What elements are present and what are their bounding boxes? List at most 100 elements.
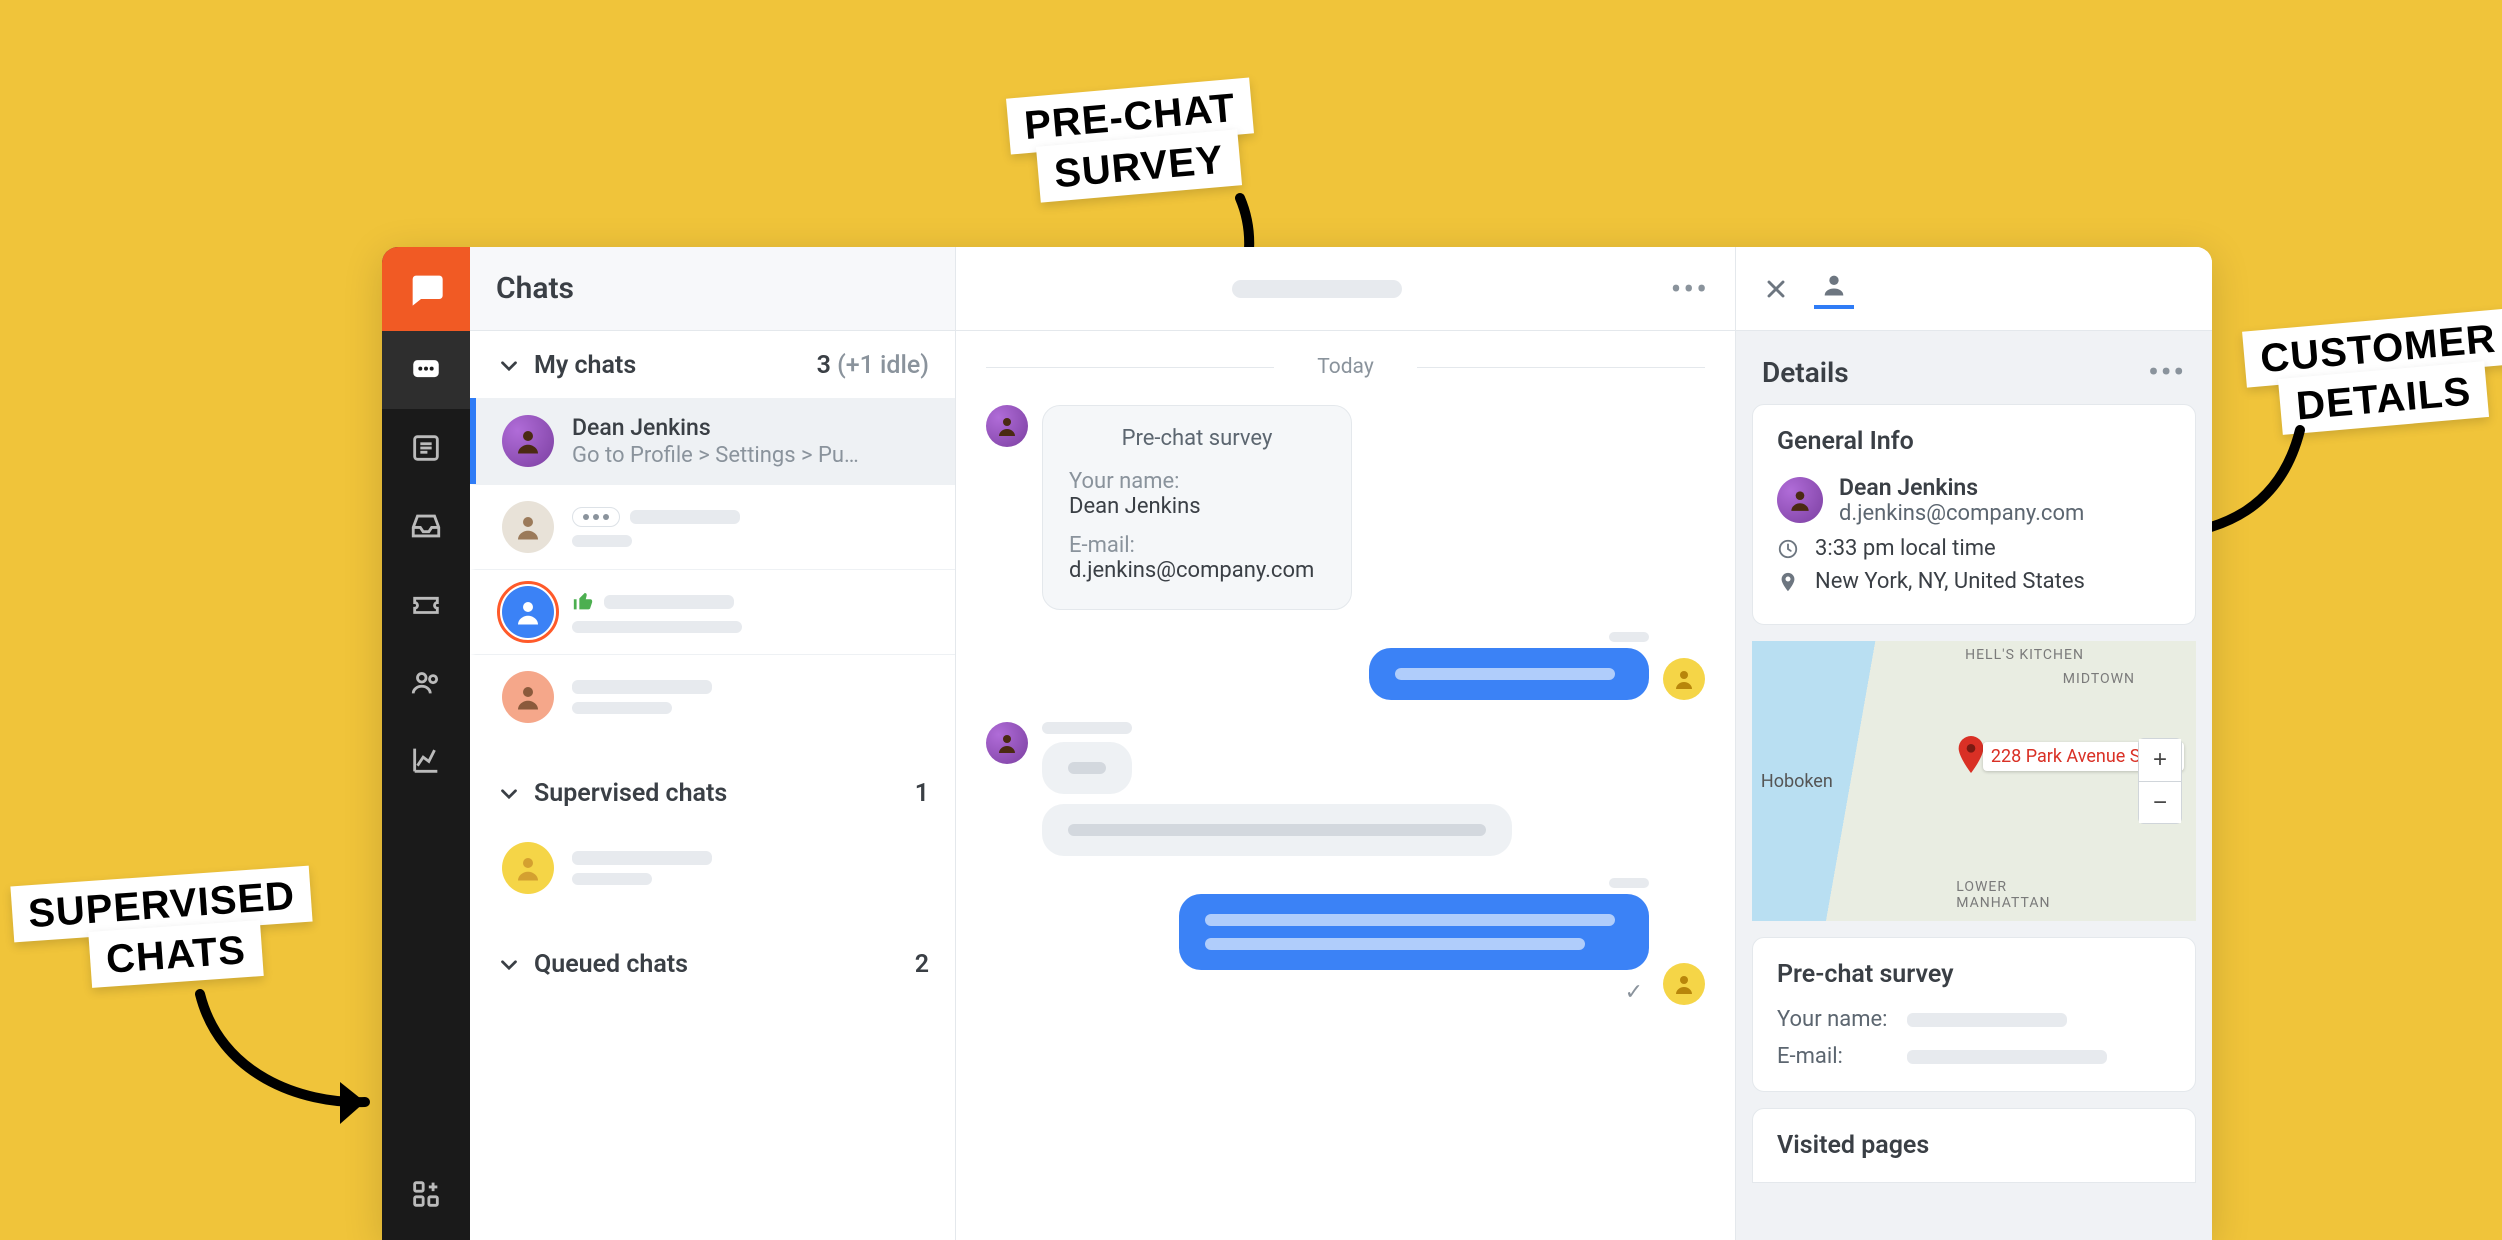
zoom-out-button[interactable]: −: [2139, 781, 2181, 823]
chat-name: Dean Jenkins: [572, 414, 935, 441]
person-icon: [1820, 271, 1848, 299]
avatar: [1777, 477, 1823, 523]
field-label-name: Your name:: [1069, 469, 1325, 494]
customer-message: [1042, 742, 1132, 794]
details-header: [1736, 247, 2212, 331]
placeholder: [1068, 824, 1486, 836]
field-label-email: E-mail:: [1069, 533, 1325, 558]
nav-chats[interactable]: [382, 331, 470, 409]
delivered-check-icon: ✓: [1625, 980, 1643, 1005]
placeholder: [1395, 668, 1615, 680]
nav-apps[interactable]: [382, 1162, 470, 1240]
conversation-panel: ••• Today Pre-chat survey Your name: Dea…: [956, 247, 1736, 1240]
person-icon: [995, 414, 1019, 438]
customer-name: Dean Jenkins: [1839, 474, 2084, 501]
agent-message: [1179, 894, 1649, 970]
field-value-email: d.jenkins@company.com: [1069, 558, 1325, 583]
placeholder: [1907, 1050, 2107, 1064]
details-panel: Details ••• General Info Dean Jenkins d.…: [1736, 247, 2212, 1240]
nav-reports[interactable]: [382, 721, 470, 799]
placeholder: [1907, 1013, 2067, 1027]
chat-item-supervised-1[interactable]: [470, 826, 955, 910]
panel-prechat: Pre-chat survey Your name: E-mail:: [1752, 937, 2196, 1092]
chart-icon: [409, 743, 443, 777]
nav-team[interactable]: [382, 643, 470, 721]
chat-bubble-icon: [406, 269, 446, 309]
close-details-button[interactable]: [1756, 269, 1796, 309]
close-icon: [1762, 275, 1790, 303]
typing-indicator: [572, 507, 620, 527]
sidebar-title: Chats: [470, 247, 955, 331]
group-queued[interactable]: Queued chats 2: [470, 930, 955, 997]
nav-inbox[interactable]: [382, 487, 470, 565]
brand-logo[interactable]: [382, 247, 470, 331]
placeholder: [1205, 938, 1585, 950]
chat-item-dean[interactable]: Dean Jenkins Go to Profile > Settings > …: [470, 398, 955, 484]
location-icon: [1777, 571, 1799, 593]
person-icon: [1672, 667, 1696, 691]
placeholder: [604, 595, 734, 609]
my-chats-list: Dean Jenkins Go to Profile > Settings > …: [470, 398, 955, 739]
agent-message: [1369, 648, 1649, 700]
person-icon: [1787, 487, 1813, 513]
person-icon: [1672, 972, 1696, 996]
chevron-down-icon: [496, 952, 522, 978]
group-supervised-label: Supervised chats: [534, 779, 727, 808]
customer-email: d.jenkins@company.com: [1839, 501, 2084, 526]
group-queued-count: 2: [915, 950, 929, 979]
customer-message: [1042, 804, 1512, 856]
placeholder: [630, 510, 740, 524]
local-time: 3:33 pm local time: [1815, 536, 1996, 561]
person-icon: [513, 853, 543, 883]
avatar: [502, 501, 554, 553]
ticket-icon: [409, 587, 443, 621]
avatar: [502, 586, 554, 638]
chat-item-4[interactable]: [470, 654, 955, 739]
person-icon: [513, 682, 543, 712]
zoom-in-button[interactable]: +: [2139, 739, 2181, 781]
sidebar: Chats My chats 3 (+1 idle) Dean Jenkins …: [470, 247, 956, 1240]
avatar: [502, 842, 554, 894]
prechat-email-label: E-mail:: [1777, 1044, 1897, 1069]
field-value-name: Dean Jenkins: [1069, 494, 1325, 519]
panel-title: General Info: [1777, 427, 2171, 456]
message-row-agent-2: ✓: [986, 878, 1705, 1005]
group-my-count: 3 (+1 idle): [817, 351, 929, 380]
person-icon: [995, 731, 1019, 755]
prechat-name-label: Your name:: [1777, 1007, 1897, 1032]
list-icon: [409, 431, 443, 465]
map-pin-icon: [1956, 736, 1986, 766]
avatar: [502, 671, 554, 723]
placeholder: [1042, 722, 1132, 734]
person-icon: [513, 512, 543, 542]
details-tab-profile[interactable]: [1814, 269, 1854, 309]
conversation-more-button[interactable]: •••: [1671, 270, 1709, 308]
message-row-customer-2: [986, 722, 1705, 856]
prechat-survey-card: Pre-chat survey Your name: Dean Jenkins …: [1042, 405, 1352, 610]
annotation-arrow-supervised: [180, 984, 400, 1144]
group-my-chats[interactable]: My chats 3 (+1 idle): [470, 331, 955, 398]
annotation-supervised-2: CHATS: [88, 920, 263, 988]
group-queued-label: Queued chats: [534, 950, 688, 979]
date-divider: Today: [986, 355, 1705, 379]
inbox-icon: [409, 509, 443, 543]
nav-rail: [382, 247, 470, 1240]
details-more-button[interactable]: •••: [2148, 355, 2186, 390]
timestamp-placeholder: [1609, 878, 1649, 888]
chat-item-2[interactable]: [470, 484, 955, 569]
panel-title: Visited pages: [1777, 1131, 2171, 1160]
placeholder: [572, 535, 632, 547]
nav-tickets[interactable]: [382, 565, 470, 643]
nav-notes[interactable]: [382, 409, 470, 487]
placeholder: [1205, 914, 1615, 926]
group-supervised[interactable]: Supervised chats 1: [470, 759, 955, 826]
person-icon: [513, 597, 543, 627]
conversation-header: •••: [956, 247, 1735, 331]
person-icon: [513, 426, 543, 456]
chat-item-3[interactable]: [470, 569, 955, 654]
placeholder: [572, 851, 712, 865]
agent-avatar: [1663, 658, 1705, 700]
map[interactable]: HELL'S KITCHEN MIDTOWN Hoboken LOWERMANH…: [1752, 641, 2196, 921]
message-icon: [409, 353, 443, 387]
placeholder: [572, 873, 652, 885]
